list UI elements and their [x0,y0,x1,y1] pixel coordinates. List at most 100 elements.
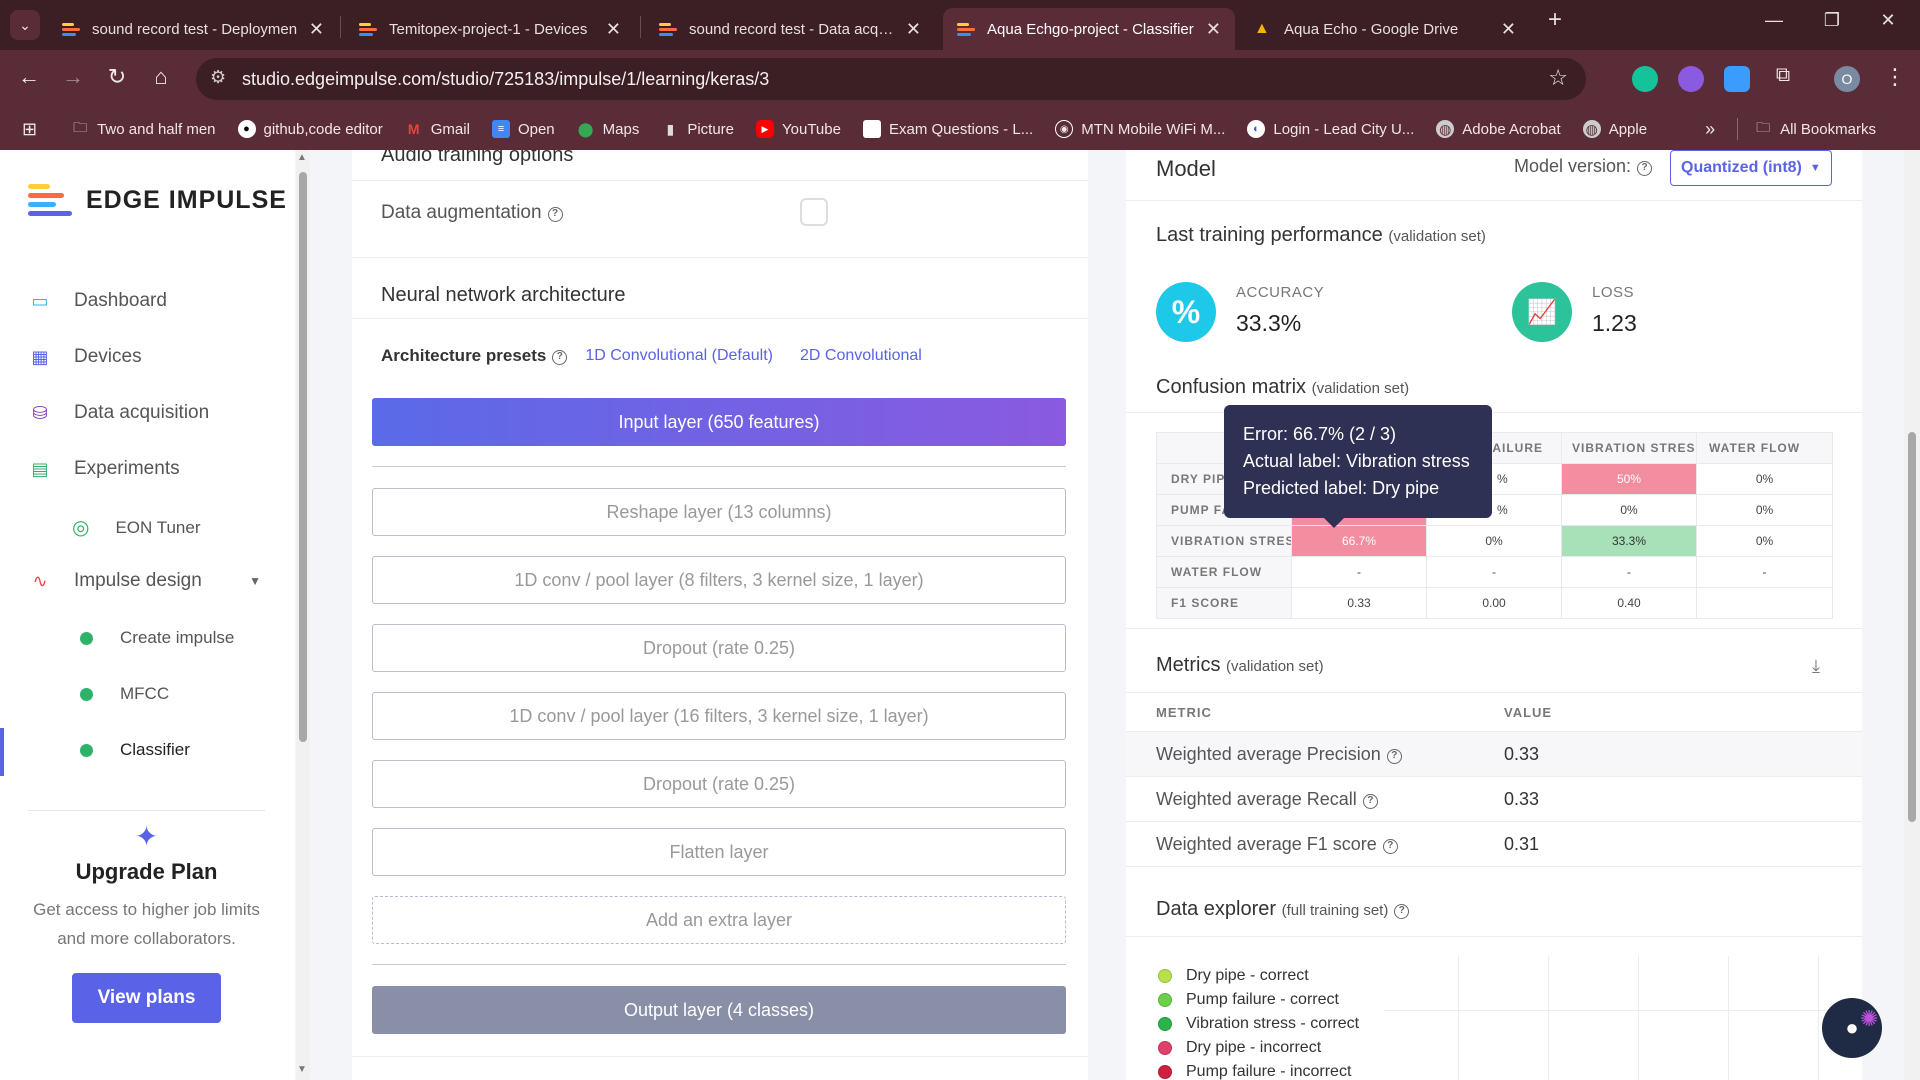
bookmark-gmail[interactable]: M Gmail [405,120,470,138]
home-icon[interactable]: ⌂ [146,64,176,90]
matrix-cell[interactable]: 33.3% [1561,525,1697,557]
help-icon[interactable]: ? [552,350,568,365]
sidebar-item-impulse-design[interactable]: ∿ Impulse design ▼ [28,570,265,592]
matrix-cell-hovered[interactable]: 66.7% [1291,525,1427,557]
conv1d-layer-1[interactable]: 1D conv / pool layer (8 filters, 3 kerne… [372,556,1066,604]
sidebar-item-classifier[interactable]: Classifier [80,740,190,760]
sidebar-item-dashboard[interactable]: ▭ Dashboard [28,290,166,312]
reload-icon[interactable]: ↻ [102,64,132,90]
restore-icon[interactable]: ❐ [1810,10,1854,31]
cloud-extension-icon[interactable] [1724,66,1750,92]
view-plans-button[interactable]: View plans [71,973,222,1023]
output-layer[interactable]: Output layer (4 classes) [372,986,1066,1034]
close-icon[interactable]: ✕ [1501,19,1516,40]
matrix-cell[interactable]: 0% [1561,494,1697,526]
bookmark-youtube[interactable]: ▶ YouTube [756,120,841,138]
forward-icon[interactable]: → [58,64,88,90]
sidebar-item-create-impulse[interactable]: Create impulse [80,628,234,648]
sidebar-scrollbar[interactable]: ▲ ▼ [296,150,310,1080]
close-icon[interactable]: ✕ [309,19,324,40]
matrix-cell[interactable]: 0% [1696,525,1833,557]
chevron-down-icon[interactable]: ▼ [249,574,261,588]
conv1d-layer-2[interactable]: 1D conv / pool layer (16 filters, 3 kern… [372,692,1066,740]
help-icon[interactable]: ? [1362,794,1378,809]
close-icon[interactable]: ✕ [906,19,921,40]
scroll-down-icon[interactable]: ▼ [297,1064,307,1075]
new-tab-icon[interactable]: + [1533,6,1577,34]
matrix-cell[interactable]: 0% [1696,494,1833,526]
bookmark-mtn[interactable]: ◉ MTN Mobile WiFi M... [1055,120,1225,138]
preset-2d-link[interactable]: 2D Convolutional [800,347,922,365]
reshape-layer[interactable]: Reshape layer (13 columns) [372,488,1066,536]
bookmark-exam[interactable]: Exam Questions - L... [862,120,1033,138]
help-icon[interactable]: ? [1637,161,1653,176]
sidebar-item-mfcc[interactable]: MFCC [80,684,169,704]
model-version-select[interactable]: Quantized (int8) ▼ [1670,150,1832,186]
bookmark-star-icon[interactable]: ☆ [1548,65,1568,91]
bookmark-folder[interactable]: 🗀 Two and half men [71,119,215,138]
matrix-cell[interactable]: - [1561,556,1697,588]
window-close-icon[interactable]: ✕ [1866,10,1910,31]
menu-kebab-icon[interactable]: ⋮ [1880,64,1910,90]
address-bar[interactable]: ⚙ studio.edgeimpulse.com/studio/725183/i… [196,58,1586,100]
all-bookmarks[interactable]: 🗀 All Bookmarks [1754,119,1876,138]
scrollbar-thumb[interactable] [1908,432,1916,822]
help-icon[interactable]: ? [547,207,563,222]
legend-item[interactable]: Dry pipe - incorrect [1158,1036,1359,1060]
legend-item[interactable]: Dry pipe - correct [1158,964,1359,988]
data-augmentation-checkbox[interactable] [800,198,828,226]
dropout-layer-2[interactable]: Dropout (rate 0.25) [372,760,1066,808]
bookmark-acrobat[interactable]: ◍ Adobe Acrobat [1436,120,1561,138]
close-icon[interactable]: ✕ [1206,19,1221,40]
edge-impulse-logo[interactable]: EDGE IMPULSE [28,184,287,216]
tab-google-drive[interactable]: ▲ Aqua Echo - Google Drive ✕ [1240,8,1530,50]
scroll-up-icon[interactable]: ▲ [297,152,307,163]
matrix-cell[interactable]: 0% [1696,463,1833,495]
sidebar-item-data-acquisition[interactable]: ⛁ Data acquisition [28,402,209,424]
ai-assistant-icon[interactable]: ✺ [1860,1006,1878,1032]
close-icon[interactable]: ✕ [606,19,621,40]
sidebar-item-experiments[interactable]: ▤ Experiments [28,458,179,480]
flatten-layer[interactable]: Flatten layer [372,828,1066,876]
help-icon[interactable]: ? [1394,904,1410,919]
legend-item[interactable]: Pump failure - incorrect [1158,1060,1359,1080]
tab-search-icon[interactable]: ⌄ [10,10,40,40]
bookmark-open[interactable]: ≡ Open [491,120,555,138]
help-icon[interactable]: ? [1382,839,1398,854]
apps-grid-icon[interactable]: ⊞ [22,119,37,140]
matrix-cell[interactable]: - [1696,556,1833,588]
legend-item[interactable]: Vibration stress - correct [1158,1012,1359,1036]
page-scrollbar[interactable] [1904,150,1920,1080]
back-icon[interactable]: ← [14,64,44,90]
sidebar-item-devices[interactable]: ▦ Devices [28,346,141,368]
extensions-icon[interactable]: ⧉ [1768,64,1798,87]
input-layer[interactable]: Input layer (650 features) [372,398,1066,446]
matrix-cell[interactable]: - [1291,556,1427,588]
preset-1d-link[interactable]: 1D Convolutional (Default) [585,347,773,365]
more-bookmarks-icon[interactable]: » [1705,119,1715,140]
grammarly-icon[interactable] [1632,66,1658,92]
tab-devices[interactable]: Temitopex-project-1 - Devices ✕ [345,8,635,50]
profile-avatar[interactable]: O [1834,66,1860,92]
tab-deployment[interactable]: sound record test - Deploymen ✕ [48,8,338,50]
matrix-cell[interactable]: 50% [1561,463,1697,495]
minimize-icon[interactable]: — [1752,10,1796,31]
tab-classifier[interactable]: Aqua Echgo-project - Classifier ✕ [943,8,1235,50]
matrix-cell[interactable]: 0% [1426,525,1562,557]
add-layer-button[interactable]: Add an extra layer [372,896,1066,944]
sidebar-item-eon-tuner[interactable]: ◎ EON Tuner [72,515,201,540]
bookmark-github[interactable]: ● github,code editor [237,120,383,138]
bookmark-apple[interactable]: ◍ Apple [1582,120,1647,138]
dropout-layer-1[interactable]: Dropout (rate 0.25) [372,624,1066,672]
matrix-cell[interactable]: - [1426,556,1562,588]
legend-item[interactable]: Pump failure - correct [1158,988,1359,1012]
scrollbar-thumb[interactable] [299,172,307,742]
tab-data-acquisition[interactable]: sound record test - Data acquis ✕ [645,8,935,50]
download-icon[interactable]: ⤓ [1812,656,1820,677]
help-icon[interactable]: ? [1386,749,1402,764]
site-settings-icon[interactable]: ⚙ [210,67,226,88]
bookmark-login[interactable]: ◐ Login - Lead City U... [1247,120,1414,138]
extension-brain-icon[interactable] [1678,66,1704,92]
bookmark-maps[interactable]: ⬤ Maps [577,120,640,138]
bookmark-picture[interactable]: ▮ Picture [661,120,734,138]
